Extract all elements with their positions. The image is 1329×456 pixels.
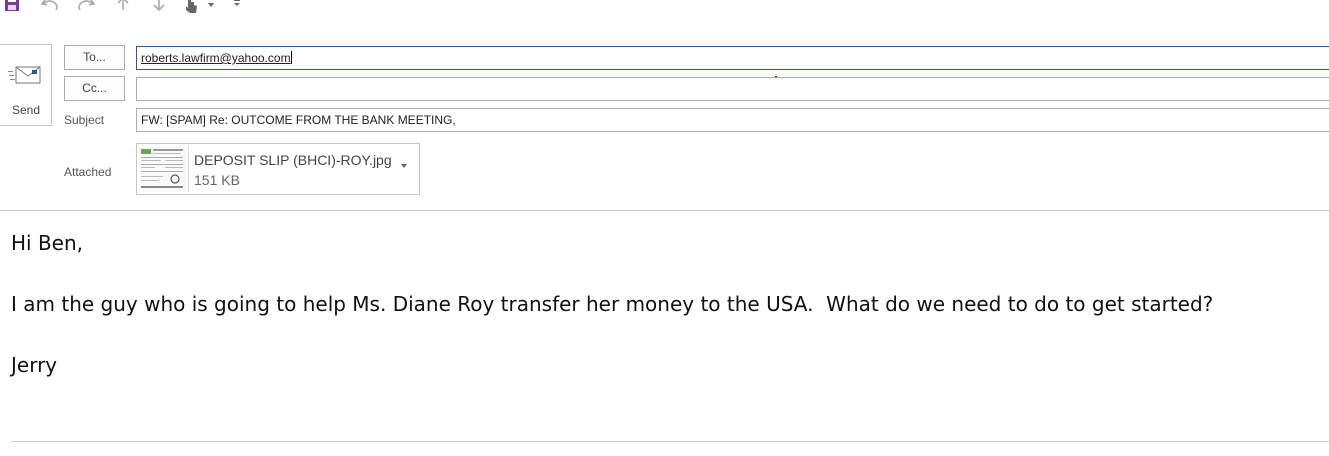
down-arrow-icon[interactable] bbox=[152, 0, 166, 14]
cc-button[interactable]: Cc... bbox=[64, 76, 125, 101]
to-recipient[interactable]: roberts.lawfirm@yahoo.com bbox=[141, 51, 291, 65]
send-button[interactable]: Send bbox=[0, 44, 52, 126]
quick-access-toolbar bbox=[0, 0, 400, 16]
body-paragraph: I am the guy who is going to help Ms. Di… bbox=[11, 292, 1214, 316]
quoted-text-separator bbox=[11, 441, 1329, 442]
to-field[interactable]: roberts.lawfirm@yahoo.com bbox=[136, 46, 1329, 70]
text-caret bbox=[290, 51, 292, 64]
touch-mode-icon[interactable] bbox=[184, 0, 218, 14]
save-icon[interactable] bbox=[4, 0, 22, 14]
send-label: Send bbox=[11, 103, 41, 117]
body-greeting: Hi Ben, bbox=[11, 231, 84, 255]
attachment-thumbnail bbox=[139, 146, 189, 192]
subject-label: Subject bbox=[64, 113, 105, 127]
redo-icon[interactable] bbox=[76, 0, 96, 14]
attached-label: Attached bbox=[64, 165, 112, 179]
attachment-chip[interactable]: DEPOSIT SLIP (BHCI)-ROY.jpg 151 KB bbox=[136, 143, 420, 195]
cc-field[interactable] bbox=[136, 77, 1329, 101]
to-button[interactable]: To... bbox=[64, 45, 125, 70]
up-arrow-icon[interactable] bbox=[116, 0, 130, 14]
body-signature: Jerry bbox=[11, 353, 58, 377]
attachment-name: DEPOSIT SLIP (BHCI)-ROY.jpg bbox=[194, 152, 392, 168]
subject-field[interactable]: FW: [SPAM] Re: OUTCOME FROM THE BANK MEE… bbox=[136, 108, 1329, 132]
undo-icon[interactable] bbox=[40, 0, 60, 14]
attachment-dropdown-icon[interactable] bbox=[401, 164, 407, 168]
customize-toolbar-icon[interactable] bbox=[232, 0, 242, 14]
send-envelope-icon bbox=[8, 65, 44, 94]
attachment-size: 151 KB bbox=[194, 172, 240, 188]
message-body[interactable]: Hi Ben, I am the guy who is going to hel… bbox=[0, 210, 1329, 456]
